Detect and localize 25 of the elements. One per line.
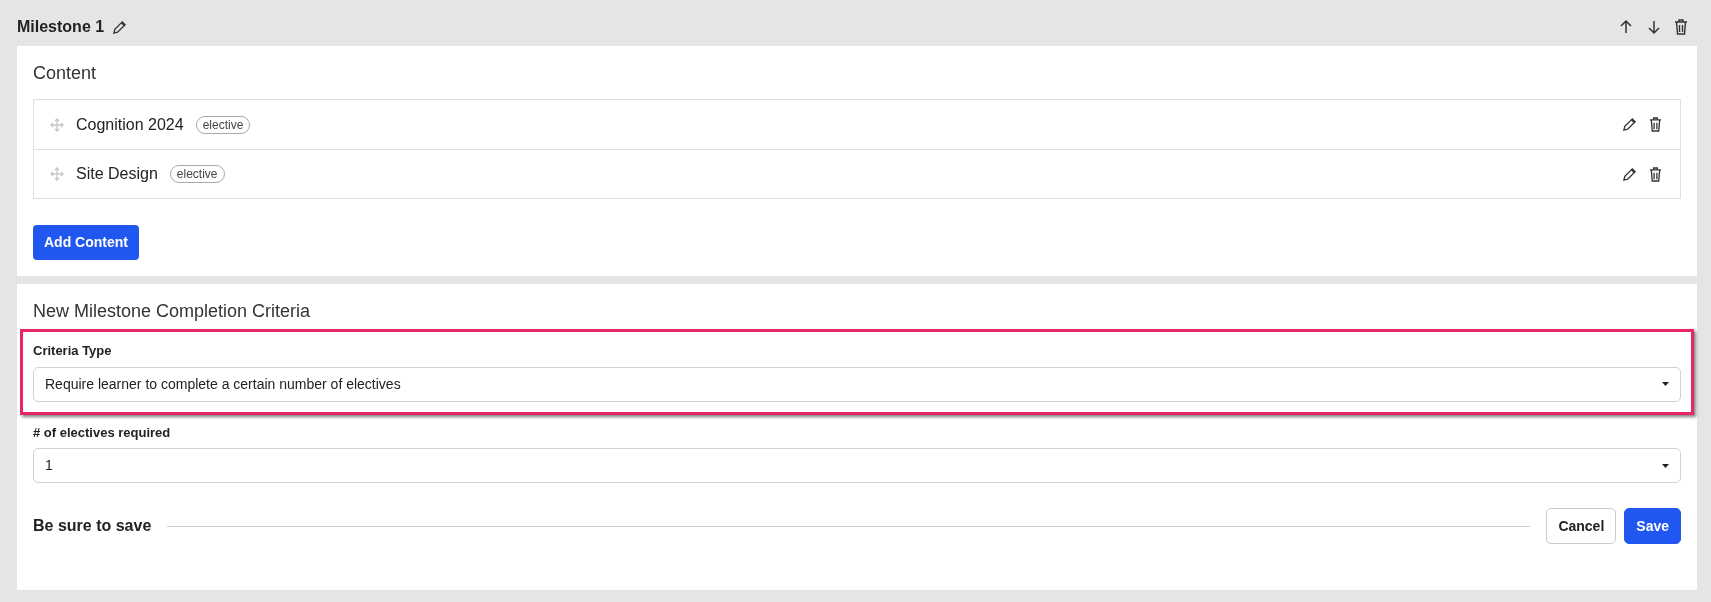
- content-title: Cognition 2024: [76, 114, 184, 135]
- pencil-icon[interactable]: [1622, 166, 1637, 182]
- section-heading: Content: [33, 62, 98, 85]
- pencil-icon[interactable]: [112, 19, 128, 35]
- trash-icon[interactable]: [1649, 166, 1662, 182]
- field-label: Criteria Type: [33, 342, 113, 360]
- select-field[interactable]: 1: [33, 448, 1681, 483]
- drag-handle-icon[interactable]: [50, 167, 64, 181]
- pencil-icon[interactable]: [1622, 117, 1637, 132]
- content-title: Site Design: [76, 164, 158, 184]
- select-field[interactable]: Require learner to complete a certain number of electives: [33, 366, 1681, 402]
- caret-icon: [1662, 463, 1669, 468]
- trash-icon[interactable]: [1649, 117, 1662, 132]
- drag-handle-icon[interactable]: [50, 117, 64, 132]
- save-reminder: Be sure to save: [33, 516, 152, 536]
- section-heading: New Milestone Completion Criteria: [33, 300, 312, 323]
- milestone-title: Milestone 1: [17, 17, 105, 37]
- add-content-button[interactable]: Add Content: [33, 225, 139, 260]
- save-button[interactable]: Save: [1624, 508, 1681, 544]
- arrow-up-icon[interactable]: [1618, 19, 1634, 35]
- trash-icon[interactable]: [1674, 19, 1688, 35]
- caret-icon: [1662, 382, 1669, 386]
- arrow-down-icon[interactable]: [1646, 19, 1662, 35]
- cancel-button[interactable]: Cancel: [1546, 508, 1617, 544]
- field-label: # of electives required: [33, 423, 172, 442]
